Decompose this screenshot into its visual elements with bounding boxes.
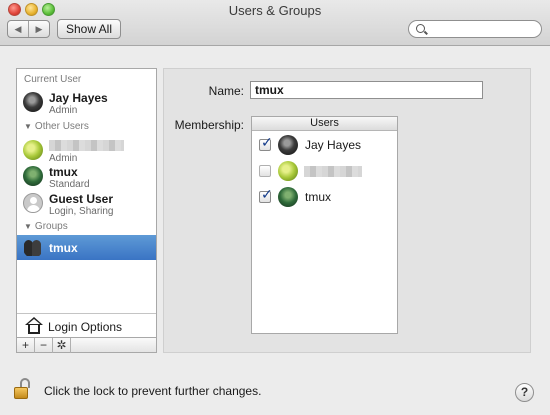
user-role: Login, Sharing [49, 206, 114, 217]
window-titlebar: Users & Groups ◀ ▶ Show All [0, 0, 550, 46]
user-name: Guest User [49, 192, 114, 206]
current-user-header: Current User [24, 74, 82, 85]
user-avatar-icon [23, 92, 43, 112]
member-checkbox[interactable] [259, 135, 273, 151]
sidebar-action-bar: + − ✲ [17, 337, 156, 353]
user-avatar-icon [278, 187, 298, 207]
login-options-label: Login Options [48, 320, 123, 334]
forward-arrow-icon[interactable]: ▶ [28, 21, 49, 37]
member-row-obscured-user [252, 160, 397, 184]
sidebar-item-jay-hayes[interactable]: Jay Hayes Admin [17, 90, 156, 118]
users-column-header[interactable]: Users [252, 117, 397, 131]
member-checkbox[interactable] [259, 165, 271, 177]
membership-label: Membership: [174, 118, 244, 132]
sidebar-item-group-tmux[interactable]: tmux [17, 235, 156, 260]
sidebar-item-tmux-user[interactable]: tmux Standard [17, 164, 156, 192]
search-field[interactable] [408, 20, 542, 38]
accounts-sidebar: Current User Jay Hayes Admin ▼ Other User… [16, 68, 157, 353]
user-avatar-icon [278, 161, 298, 181]
name-label: Name: [208, 84, 244, 98]
obscured-user-name [49, 140, 124, 151]
sidebar-item-obscured-user[interactable]: Admin [17, 138, 156, 166]
add-account-button[interactable]: + [17, 338, 35, 353]
remove-account-button[interactable]: − [35, 338, 53, 353]
member-row-tmux: tmux [252, 186, 397, 210]
sidebar-item-guest-user[interactable]: Guest User Login, Sharing [17, 191, 156, 219]
user-name: tmux [49, 165, 78, 179]
disclosure-triangle-icon[interactable]: ▼ [24, 222, 32, 231]
lock-icon[interactable] [14, 378, 30, 400]
gear-icon[interactable]: ✲ [53, 338, 71, 353]
member-checkbox[interactable] [259, 187, 273, 203]
lock-status-text: Click the lock to prevent further change… [44, 384, 262, 398]
login-options-item[interactable]: Login Options [17, 313, 156, 337]
obscured-member-name [304, 166, 362, 177]
group-detail-panel: Name: tmux Membership: Users Jay Hayes t… [163, 68, 531, 353]
help-button[interactable]: ? [515, 383, 534, 402]
user-avatar-icon [278, 135, 298, 155]
show-all-button[interactable]: Show All [57, 19, 121, 39]
guest-user-icon [23, 193, 43, 213]
window-title: Users & Groups [228, 3, 322, 18]
other-users-header[interactable]: ▼ Other Users [24, 121, 89, 132]
group-name-field[interactable]: tmux [250, 81, 483, 99]
member-name: tmux [305, 190, 332, 204]
group-name: tmux [49, 241, 78, 255]
group-icon [23, 238, 43, 258]
back-forward-control: ◀ ▶ [7, 20, 50, 38]
user-avatar-icon [23, 166, 43, 186]
member-name: Jay Hayes [305, 138, 362, 152]
house-icon [25, 317, 43, 334]
user-role: Admin [49, 105, 78, 116]
user-role: Standard [49, 179, 90, 190]
user-name: Jay Hayes [49, 91, 108, 105]
back-arrow-icon[interactable]: ◀ [8, 21, 28, 37]
search-icon [416, 24, 425, 33]
groups-header[interactable]: ▼ Groups [24, 221, 68, 232]
disclosure-triangle-icon[interactable]: ▼ [24, 122, 32, 131]
membership-table: Users Jay Hayes tmux [251, 116, 398, 334]
user-role: Admin [49, 153, 78, 164]
member-row-jay-hayes: Jay Hayes [252, 134, 397, 158]
user-avatar-icon [23, 140, 43, 160]
